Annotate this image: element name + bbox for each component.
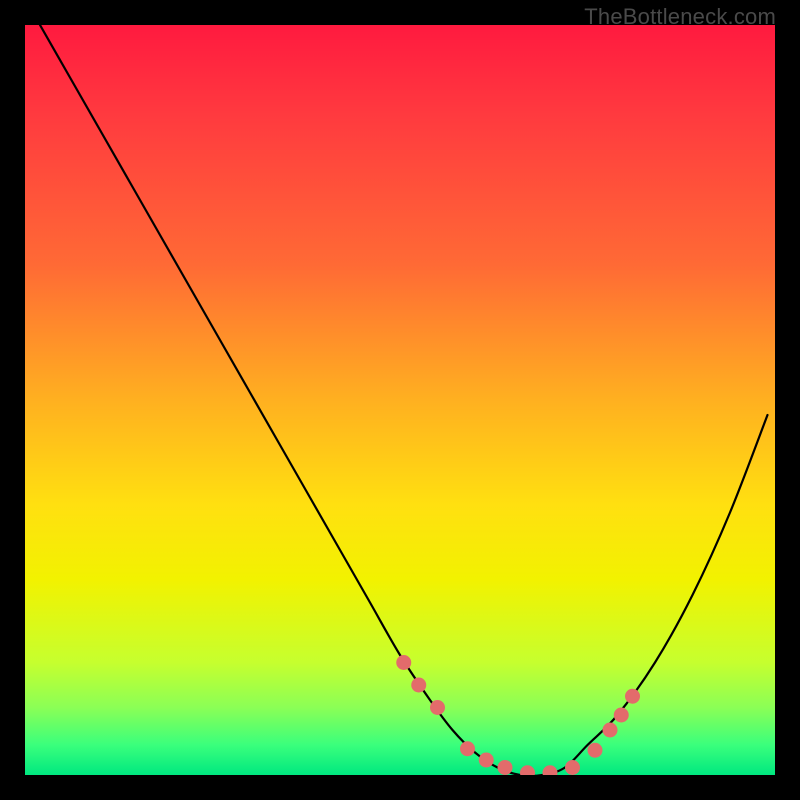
chart-frame	[20, 20, 780, 780]
highlight-dot	[460, 741, 475, 756]
highlight-dot	[396, 655, 411, 670]
watermark-text: TheBottleneck.com	[584, 4, 776, 30]
highlight-dot	[625, 689, 640, 704]
highlight-dot	[603, 723, 618, 738]
chart-svg	[25, 25, 775, 775]
highlight-dot	[498, 760, 513, 775]
highlight-dot	[479, 753, 494, 768]
highlight-dot	[565, 760, 580, 775]
highlight-dots	[396, 655, 640, 775]
highlight-dot	[520, 765, 535, 775]
highlight-dot	[588, 743, 603, 758]
highlight-dot	[411, 678, 426, 693]
highlight-dot	[543, 765, 558, 775]
highlight-dot	[430, 700, 445, 715]
gradient-background	[25, 25, 775, 775]
highlight-dot	[614, 708, 629, 723]
